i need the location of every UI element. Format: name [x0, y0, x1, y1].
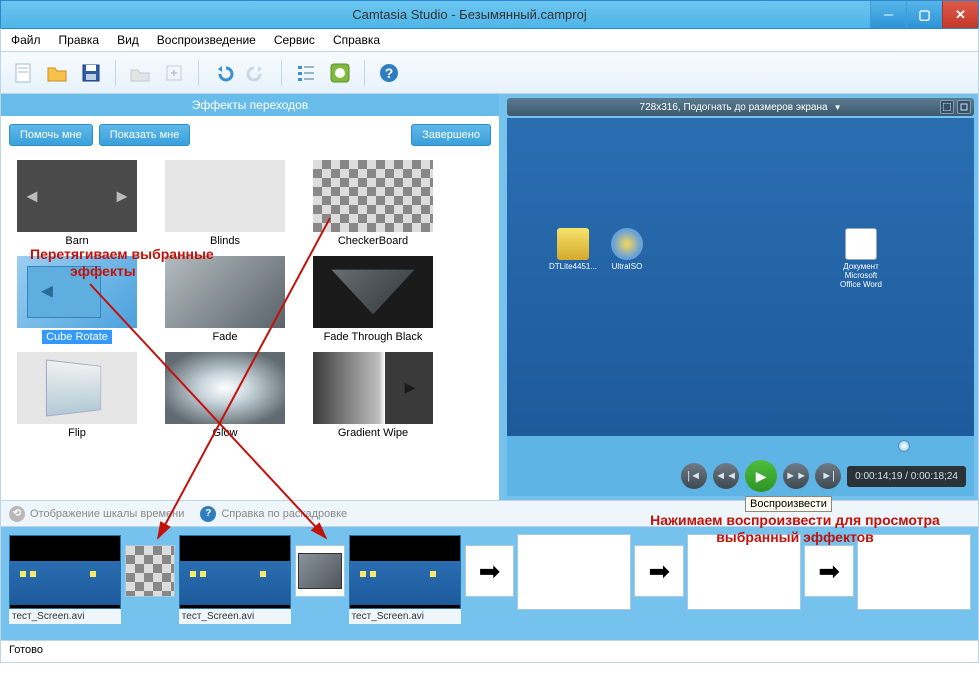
redo-button[interactable]	[243, 59, 271, 87]
finished-button[interactable]: Завершено	[411, 124, 491, 146]
effect-blinds[interactable]: Blinds	[165, 160, 285, 248]
fullscreen-icon[interactable]	[957, 100, 971, 114]
effect-cube-rotate[interactable]: ◄ Cube Rotate	[17, 256, 137, 344]
storyboard-help-option[interactable]: ?Справка по раскадровке	[200, 506, 347, 522]
option-label: Справка по раскадровке	[221, 508, 347, 520]
clip-thumbnail[interactable]	[9, 535, 121, 609]
effect-flip[interactable]: Flip	[17, 352, 137, 440]
effect-label: Fade	[208, 330, 241, 344]
clip-thumbnail[interactable]	[179, 535, 291, 609]
effect-label: Cube Rotate	[42, 330, 112, 344]
clip-placeholder[interactable]	[688, 535, 800, 609]
seek-handle[interactable]	[898, 440, 910, 452]
detach-preview-icon[interactable]	[940, 100, 954, 114]
effect-fade[interactable]: Fade	[165, 256, 285, 344]
maximize-button[interactable]: ▢	[906, 1, 942, 28]
tasks-button[interactable]	[292, 59, 320, 87]
main-area: Эффекты переходов Помочь мне Показать мн…	[0, 94, 979, 501]
clip-label: тест_Screen.avi	[9, 609, 121, 624]
preview-panel: 728x316, Подогнать до размеров экрана ▼ …	[499, 94, 978, 500]
transition-slot-empty[interactable]: ➡	[804, 545, 854, 597]
effect-label: Barn	[61, 234, 92, 248]
clip-label: тест_Screen.avi	[179, 609, 291, 624]
clip-thumbnail[interactable]	[349, 535, 461, 609]
preview-seek-bar[interactable]	[507, 436, 974, 456]
desktop-icon-label: Документ Microsoft Office Word	[840, 262, 882, 289]
help-button[interactable]: ?	[375, 59, 403, 87]
new-project-button[interactable]	[9, 59, 37, 87]
menu-view[interactable]: Вид	[117, 33, 139, 47]
rewind-button[interactable]: ◄◄	[713, 463, 739, 489]
play-tooltip: Воспроизвести	[745, 496, 832, 512]
menu-playback[interactable]: Воспроизведение	[157, 33, 256, 47]
option-label: Отображение шкалы времени	[30, 508, 184, 520]
preview-viewport: DTLite4451... UltraISO Документ Microsof…	[507, 118, 974, 436]
save-button[interactable]	[77, 59, 105, 87]
effect-checkerboard[interactable]: CheckerBoard	[313, 160, 433, 248]
effect-gradient-wipe[interactable]: ► Gradient Wipe	[313, 352, 433, 440]
timeline-options-bar: ⟲Отображение шкалы времени ?Справка по р…	[0, 501, 979, 527]
menu-file[interactable]: Файл	[11, 33, 41, 47]
titlebar: Camtasia Studio - Безымянный.camproj ─ ▢…	[0, 0, 979, 28]
transition-slot-empty[interactable]: ➡	[634, 545, 684, 597]
menu-bar: Файл Правка Вид Воспроизведение Сервис С…	[0, 28, 979, 52]
show-timeline-option[interactable]: ⟲Отображение шкалы времени	[9, 506, 184, 522]
effect-label: Fade Through Black	[320, 330, 427, 344]
panel-header: Эффекты переходов	[1, 94, 499, 116]
transition-slot[interactable]	[295, 545, 345, 597]
play-button[interactable]: ▶	[745, 460, 777, 492]
import-button[interactable]	[126, 59, 154, 87]
transitions-panel: Эффекты переходов Помочь мне Показать мн…	[1, 94, 499, 500]
svg-text:?: ?	[385, 65, 394, 81]
menu-help[interactable]: Справка	[333, 33, 380, 47]
undo-button[interactable]	[209, 59, 237, 87]
status-bar: Готово	[0, 641, 979, 663]
menu-service[interactable]: Сервис	[274, 33, 315, 47]
preview-size-label: 728x316, Подогнать до размеров экрана	[640, 102, 828, 113]
effect-label: CheckerBoard	[334, 234, 412, 248]
clip-placeholder[interactable]	[858, 535, 970, 609]
minimize-button[interactable]: ─	[870, 1, 906, 28]
transition-slot-empty[interactable]: ➡	[465, 545, 515, 597]
effect-label: Gradient Wipe	[334, 426, 412, 440]
desktop-icon-label: DTLite4451...	[549, 262, 597, 271]
effect-fade-through-black[interactable]: Fade Through Black	[313, 256, 433, 344]
next-clip-button[interactable]: ►|	[815, 463, 841, 489]
effect-glow[interactable]: Glow	[165, 352, 285, 440]
effect-label: Glow	[208, 426, 241, 440]
produce-button[interactable]	[326, 59, 354, 87]
show-me-button[interactable]: Показать мне	[99, 124, 191, 146]
menu-edit[interactable]: Правка	[59, 33, 100, 47]
prev-clip-button[interactable]: |◄	[681, 463, 707, 489]
storyboard: тест_Screen.avi тест_Screen.avi тест_Scr…	[0, 527, 979, 641]
close-button[interactable]: ✕	[942, 1, 978, 28]
timecode-display: 0:00:14;19 / 0:00:18;24	[847, 466, 966, 487]
preview-size-dropdown[interactable]: 728x316, Подогнать до размеров экрана ▼	[507, 98, 974, 116]
toolbar: ?	[0, 52, 979, 94]
help-me-button[interactable]: Помочь мне	[9, 124, 93, 146]
effect-label: Blinds	[206, 234, 244, 248]
clip-label: тест_Screen.avi	[349, 609, 461, 624]
desktop-icon-label: UltraISO	[612, 262, 643, 271]
window-title: Camtasia Studio - Безымянный.camproj	[69, 7, 870, 22]
effect-label: Flip	[64, 426, 90, 440]
forward-button[interactable]: ►►	[783, 463, 809, 489]
effect-barn[interactable]: ◄► Barn	[17, 160, 137, 248]
clip-placeholder[interactable]	[518, 535, 630, 609]
export-button[interactable]	[160, 59, 188, 87]
transition-slot[interactable]	[125, 545, 175, 597]
open-button[interactable]	[43, 59, 71, 87]
